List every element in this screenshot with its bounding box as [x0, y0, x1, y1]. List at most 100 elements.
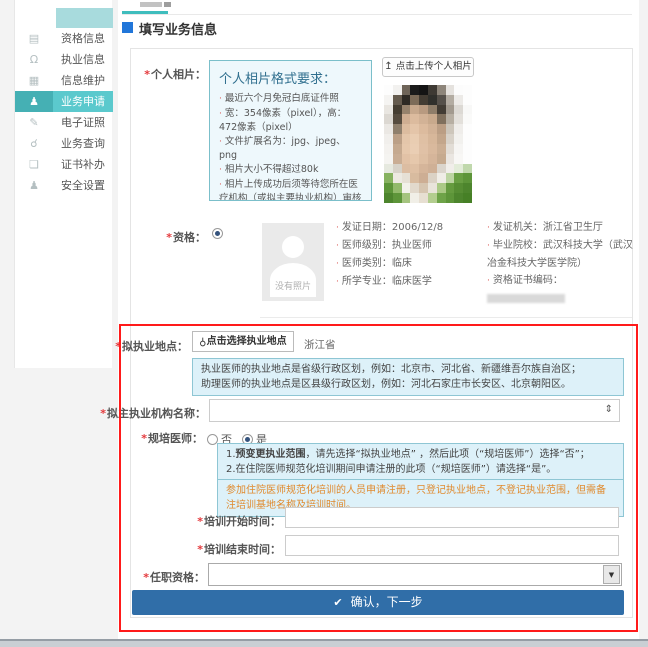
requirement-text: 相片上传成功后须等待您所在医疗机构（或拟主要执业机构）审核 — [219, 179, 362, 201]
sidebar-item-1[interactable]: ▤资格信息 — [15, 28, 113, 49]
updown-arrows-icon: ⇕ — [605, 404, 613, 415]
sidebar-menu: ▤资格信息Ω执业信息▦信息维护♟业务申请✎电子证照☌业务查询❏证书补办♟安全设置 — [15, 28, 113, 196]
detail-text: 发证机关：浙江省卫生厅 — [493, 222, 603, 233]
document-icon: ▤ — [15, 28, 53, 49]
trainee-hint-line1: 1.预变更执业范围，请先选择“拟执业地点” ，然后此项（“规培医师”）选择“否”… — [226, 447, 615, 462]
requirement-text: 宽：354像素（pixel），高：472像素（pixel） — [219, 108, 346, 133]
bottom-scrollbar[interactable] — [0, 639, 648, 647]
bullet-icon: · — [219, 180, 222, 190]
required-mark: * — [144, 68, 150, 81]
certificate-icon: ❏ — [15, 154, 53, 175]
detail-item: ·发证日期：2006/12/8 — [336, 219, 484, 237]
detail-item: ·发证机关：浙江省卫生厅 — [487, 219, 635, 237]
bullet-icon: · — [336, 277, 339, 287]
qualification-details-left: ·发证日期：2006/12/8·医师级别：执业医师·医师类别：临床·所学专业：临… — [336, 219, 484, 291]
search-icon: ☌ — [15, 133, 53, 154]
pixelated-portrait-photo — [384, 85, 472, 203]
edit-icon: ✎ — [15, 112, 53, 133]
detail-item: ·资格证书编码： — [487, 272, 635, 307]
sidebar-item-label: 业务查询 — [53, 133, 113, 154]
qualification-label: *资格： — [106, 229, 206, 245]
sidebar-item-label: 资格信息 — [53, 28, 113, 49]
bullet-icon: · — [336, 259, 339, 269]
detail-item: ·医师类别：临床 — [336, 255, 484, 273]
upload-photo-button[interactable]: ↥点击上传个人相片 — [382, 57, 474, 77]
trainee-label: *规培医师： — [103, 430, 203, 446]
trainee-hint-line2: 2.在住院医师规范化培训期间申请注册的此项（“规培医师”）请选择“是”。 — [226, 462, 615, 477]
requirement-text: 最近六个月免冠白底证件照 — [225, 93, 339, 104]
required-mark: * — [197, 543, 203, 556]
redacted-value — [487, 294, 565, 303]
choose-location-button[interactable]: ⚲点击选择执业地点 — [192, 331, 294, 352]
top-tab-fragment[interactable] — [164, 2, 171, 7]
sidebar-item-8[interactable]: ♟安全设置 — [15, 175, 113, 196]
bullet-icon: · — [336, 241, 339, 251]
bullet-icon: · — [336, 223, 339, 233]
sidebar-item-6[interactable]: ☌业务查询 — [15, 133, 113, 154]
id-card-icon: ▦ — [15, 70, 53, 91]
detail-text: 医师类别：临床 — [342, 258, 412, 269]
requirement-item: ·最近六个月免冠白底证件照 — [219, 92, 362, 106]
sidebar-item-5[interactable]: ✎电子证照 — [15, 112, 113, 133]
sidebar-item-4[interactable]: ♟业务申请 — [15, 91, 113, 112]
org-name-label: *拟主执业机构名称： — [76, 405, 206, 421]
blue-square-icon — [122, 22, 133, 33]
detail-text: 发证日期：2006/12/8 — [342, 222, 443, 233]
training-end-input[interactable] — [285, 535, 619, 556]
bullet-icon: · — [487, 223, 490, 233]
training-start-input[interactable] — [285, 507, 619, 528]
top-tab-fragment[interactable] — [140, 2, 162, 7]
required-mark: * — [143, 571, 149, 584]
no-photo-placeholder: 没有照片 — [262, 223, 324, 301]
training-end-label: *培训结束时间： — [161, 541, 281, 557]
bullet-icon: · — [487, 241, 490, 251]
location-pin-icon: ⚲ — [199, 332, 206, 351]
confirm-next-button[interactable]: ✔确认，下一步 — [132, 590, 624, 615]
org-name-combobox[interactable]: ⇕ — [209, 399, 620, 422]
requirement-item: ·相片上传成功后须等待您所在医疗机构（或拟主要执业机构）审核 — [219, 178, 362, 201]
detail-item: ·所学专业：临床医学 — [336, 273, 484, 291]
rank-label: *任职资格： — [105, 569, 205, 585]
training-start-label: *培训开始时间： — [161, 513, 281, 529]
photo-requirements-list: ·最近六个月免冠白底证件照·宽：354像素（pixel），高：472像素（pix… — [219, 92, 362, 201]
qualification-radio[interactable] — [212, 228, 223, 239]
detail-item: ·毕业院校：武汉科技大学（武汉冶金科技大学医学院） — [487, 237, 635, 272]
required-mark: * — [115, 340, 121, 353]
bullet-icon: · — [219, 137, 222, 147]
sidebar-item-label: 业务申请 — [53, 91, 113, 112]
sidebar-item-label: 电子证照 — [53, 112, 113, 133]
location-hint-box: 执业医师的执业地点是省级行政区划，例如：北京市、河北省、新疆维吾尔族自治区； 助… — [192, 358, 624, 396]
dropdown-arrow-icon[interactable]: ▼ — [603, 565, 620, 584]
detail-text: 所学专业：临床医学 — [342, 276, 432, 287]
check-icon: ✔ — [333, 596, 342, 609]
sidebar-item-7[interactable]: ❏证书补办 — [15, 154, 113, 175]
location-hint-line1: 执业医师的执业地点是省级行政区划，例如：北京市、河北省、新疆维吾尔族自治区； — [201, 362, 615, 377]
sidebar-item-2[interactable]: Ω执业信息 — [15, 49, 113, 70]
user-icon: ♟ — [15, 91, 53, 112]
requirement-item: ·相片大小不得超过80k — [219, 163, 362, 177]
photo-requirements-title: 个人相片格式要求： — [219, 68, 362, 87]
requirement-item: ·文件扩展名为：jpg、jpeg、png — [219, 135, 362, 162]
qualification-details-right: ·发证机关：浙江省卫生厅·毕业院校：武汉科技大学（武汉冶金科技大学医学院）·资格… — [487, 219, 635, 307]
detail-item: ·医师级别：执业医师 — [336, 237, 484, 255]
sidebar-item-label: 信息维护 — [53, 70, 113, 91]
trainee-hint-box: 1.预变更执业范围，请先选择“拟执业地点” ，然后此项（“规培医师”）选择“否”… — [217, 443, 624, 481]
requirement-item: ·宽：354像素（pixel），高：472像素（pixel） — [219, 107, 362, 134]
detail-text: 毕业院校：武汉科技大学（武汉冶金科技大学医学院） — [487, 240, 633, 269]
person-silhouette-icon — [282, 236, 304, 258]
sidebar-item-label: 证书补办 — [53, 154, 113, 175]
location-hint-line2: 助理医师的执业地点是区县级行政区划，例如：河北石家庄市长安区、北京朝阳区。 — [201, 377, 615, 392]
bullet-icon: · — [219, 109, 222, 119]
no-photo-text: 没有照片 — [262, 279, 324, 292]
detail-text: 医师级别：执业医师 — [342, 240, 432, 251]
bullet-icon: · — [219, 165, 222, 175]
sidebar: ▤资格信息Ω执业信息▦信息维护♟业务申请✎电子证照☌业务查询❏证书补办♟安全设置 — [14, 0, 112, 368]
required-mark: * — [166, 231, 172, 244]
rank-select[interactable]: ▼ — [208, 563, 622, 586]
requirement-text: 相片大小不得超过80k — [225, 164, 319, 175]
required-mark: * — [141, 432, 147, 445]
screen: ▤资格信息Ω执业信息▦信息维护♟业务申请✎电子证照☌业务查询❏证书补办♟安全设置… — [0, 0, 648, 647]
requirement-text: 文件扩展名为：jpg、jpeg、png — [219, 136, 346, 161]
sidebar-item-3[interactable]: ▦信息维护 — [15, 70, 113, 91]
sidebar-item-label: 执业信息 — [53, 49, 113, 70]
